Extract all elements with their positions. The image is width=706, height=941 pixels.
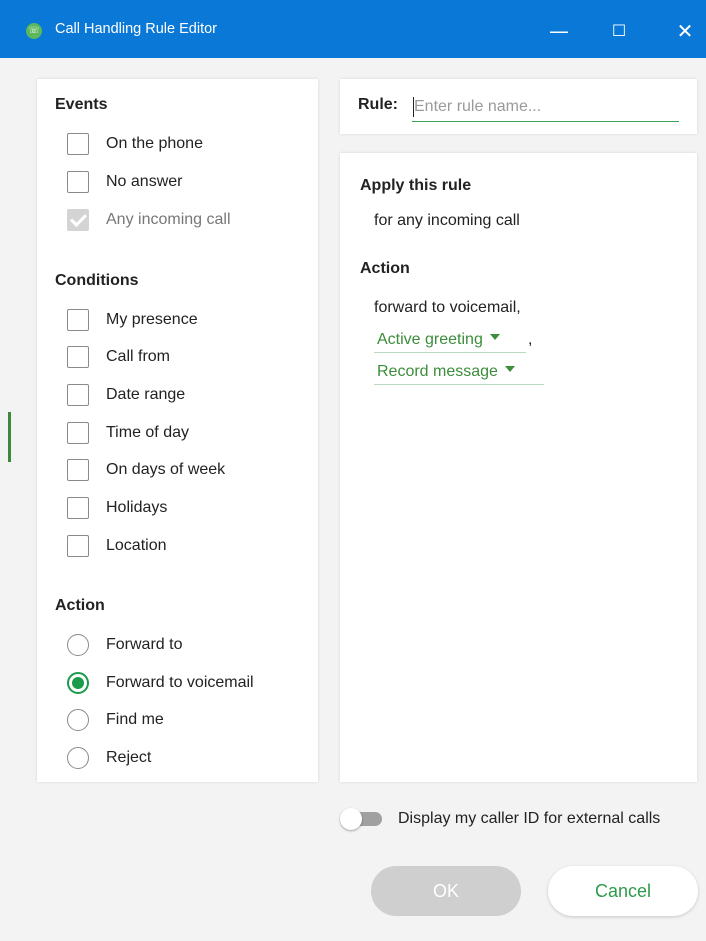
dropdown-arrow-icon [489,333,500,340]
conditions-heading: Conditions [55,272,139,289]
cancel-button[interactable]: Cancel [548,866,698,916]
action-forward-to-voicemail[interactable]: Forward to voicemail [67,670,254,696]
radio-button[interactable] [67,709,89,731]
dropdown-arrow-icon [504,365,515,372]
checkbox-label: My presence [106,311,198,328]
ok-button[interactable]: OK [371,866,521,916]
checkbox-label: Any incoming call [106,211,231,228]
window-edge-accent [8,412,11,462]
summary-action-heading: Action [360,260,410,277]
minimize-button[interactable]: — [536,14,582,50]
action-find-me[interactable]: Find me [67,707,164,733]
checkbox-checked-disabled [67,209,89,231]
events-heading: Events [55,96,108,113]
checkbox[interactable] [67,422,89,444]
rule-summary-panel: Apply this rule for any incoming call Ac… [340,153,697,782]
radio-button[interactable] [67,634,89,656]
condition-time-of-day[interactable]: Time of day [67,420,189,446]
radio-label: Find me [106,711,164,728]
checkbox-label: Time of day [106,424,189,441]
event-on-the-phone[interactable]: On the phone [67,131,203,157]
condition-location[interactable]: Location [67,533,167,559]
close-button[interactable]: ✕ [662,14,706,50]
dropdown-value: Active greeting [377,330,483,348]
checkbox[interactable] [67,309,89,331]
condition-date-range[interactable]: Date range [67,382,185,408]
maximize-button[interactable]: ☐ [596,14,642,50]
toggle-knob [340,808,362,830]
condition-holidays[interactable]: Holidays [67,495,167,521]
condition-call-from[interactable]: Call from [67,344,170,370]
apply-rule-heading: Apply this rule [360,177,472,194]
apply-rule-text: for any incoming call [374,212,520,229]
text-caret [413,97,414,117]
condition-my-presence[interactable]: My presence [67,307,198,333]
event-no-answer[interactable]: No answer [67,169,182,195]
title-bar: ☏ Call Handling Rule Editor — ☐ ✕ [0,0,706,58]
checkbox[interactable] [67,346,89,368]
rule-name-panel: Rule: [340,79,697,134]
checkbox-label: Location [106,537,167,554]
caller-id-toggle[interactable] [340,808,382,830]
summary-action-text: forward to voicemail, [374,299,521,316]
app-icon: ☏ [26,23,42,39]
checkbox[interactable] [67,497,89,519]
rule-options-panel: Events On the phone No answer Any incomi… [37,79,318,782]
action-forward-to[interactable]: Forward to [67,632,182,658]
checkbox[interactable] [67,384,89,406]
checkbox-label: No answer [106,173,183,190]
radio-label: Reject [106,749,152,766]
caller-id-label: Display my caller ID for external calls [398,810,661,827]
event-any-incoming-call: Any incoming call [67,207,231,233]
checkbox-label: Date range [106,386,186,403]
radio-button[interactable] [67,747,89,769]
checkbox-label: Holidays [106,499,168,516]
checkbox[interactable] [67,171,89,193]
radio-button-selected[interactable] [67,672,89,694]
checkbox[interactable] [67,133,89,155]
checkbox-label: On the phone [106,135,203,152]
rule-name-label: Rule: [358,96,398,113]
action-reject[interactable]: Reject [67,745,151,771]
window-title: Call Handling Rule Editor [55,21,217,37]
action-heading: Action [55,597,105,614]
condition-days-of-week[interactable]: On days of week [67,457,225,483]
checkbox[interactable] [67,459,89,481]
radio-label: Forward to [106,636,183,653]
rule-name-input[interactable] [412,92,679,122]
checkbox[interactable] [67,535,89,557]
greeting-comma: , [528,331,533,348]
caller-id-toggle-row[interactable]: Display my caller ID for external calls [340,806,661,832]
record-message-dropdown[interactable]: Record message [374,359,544,385]
checkbox-label: On days of week [106,461,226,478]
active-greeting-dropdown[interactable]: Active greeting [374,327,526,353]
radio-label: Forward to voicemail [106,674,254,691]
checkbox-label: Call from [106,348,171,365]
dropdown-value: Record message [377,362,498,380]
